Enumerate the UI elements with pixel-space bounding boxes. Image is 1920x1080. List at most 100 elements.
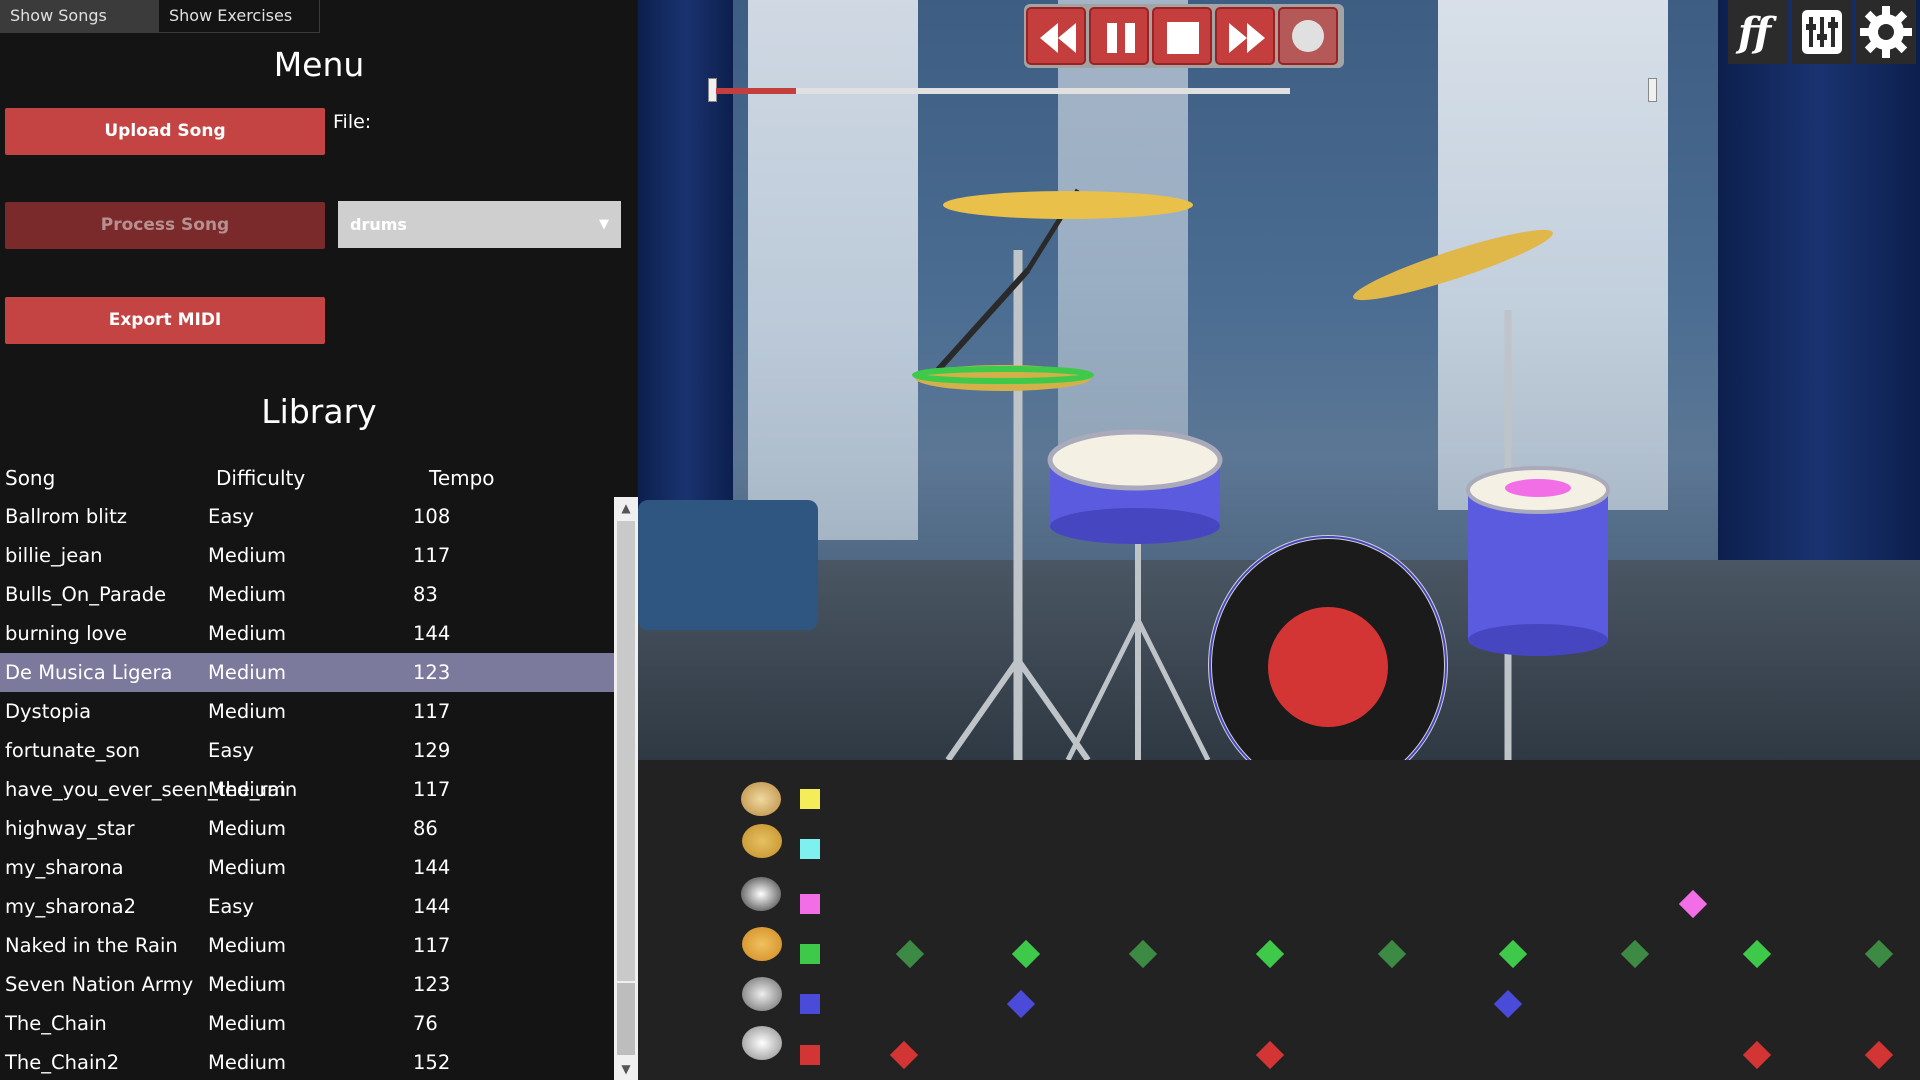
cell-song: De Musica Ligera — [5, 661, 173, 684]
transport-controls — [1024, 4, 1344, 68]
table-row[interactable]: Bulls_On_Parade Medium 83 — [0, 575, 614, 614]
process-song-button[interactable]: Process Song — [5, 202, 325, 249]
note-marker — [1864, 939, 1894, 969]
stem-dropdown-value: drums — [350, 215, 407, 234]
cell-tempo: 86 — [413, 817, 438, 840]
table-row[interactable]: The_Chain2 Medium 152 — [0, 1043, 614, 1080]
cell-song: Naked in the Rain — [5, 934, 178, 957]
export-midi-button[interactable]: Export MIDI — [5, 297, 325, 344]
mixer-icon — [1802, 10, 1842, 54]
cell-difficulty: Medium — [208, 934, 286, 957]
cell-difficulty: Medium — [208, 544, 286, 567]
cell-difficulty: Medium — [208, 661, 286, 684]
rewind-icon — [1040, 23, 1076, 53]
fast-forward-button[interactable] — [1215, 7, 1275, 65]
pause-icon — [1107, 23, 1135, 53]
table-row[interactable]: Ballrom blitz Easy 108 — [0, 497, 614, 536]
record-button[interactable] — [1278, 7, 1338, 65]
note-marker — [1620, 939, 1650, 969]
song-progress-bar[interactable] — [716, 88, 1290, 94]
cell-song: billie_jean — [5, 544, 103, 567]
svg-text:ff: ff — [1735, 9, 1777, 56]
table-row[interactable]: Naked in the Rain Medium 117 — [0, 926, 614, 965]
cell-difficulty: Medium — [208, 1051, 286, 1074]
note-marker — [895, 939, 925, 969]
column-header-song[interactable]: Song — [5, 466, 55, 490]
table-row[interactable]: my_sharona2 Easy 144 — [0, 887, 614, 926]
cell-song: Bulls_On_Parade — [5, 583, 167, 606]
progress-end-handle[interactable] — [1648, 78, 1657, 102]
lane-color-marker — [800, 789, 820, 809]
left-panel: Show Songs Show Exercises Menu Upload So… — [0, 0, 638, 1080]
cell-tempo: 152 — [413, 1051, 451, 1074]
column-header-difficulty[interactable]: Difficulty — [216, 466, 305, 490]
list-scrollbar[interactable]: ▲ ▼ — [614, 497, 638, 1080]
tab-show-exercises[interactable]: Show Exercises — [158, 0, 320, 33]
note-marker — [1493, 989, 1523, 1019]
gear-icon — [1860, 6, 1912, 58]
drum-kit — [912, 188, 1610, 760]
rewind-button[interactable] — [1026, 7, 1086, 65]
tab-show-songs[interactable]: Show Songs — [0, 0, 158, 33]
cell-song: Seven Nation Army — [5, 973, 194, 996]
stop-button[interactable] — [1152, 7, 1212, 65]
note-marker — [1678, 889, 1708, 919]
cell-tempo: 123 — [413, 661, 451, 684]
table-row[interactable]: highway_star Medium 86 — [0, 809, 614, 848]
lane-color-marker — [800, 994, 820, 1014]
scroll-thumb[interactable] — [617, 521, 635, 981]
dropdown-arrow-icon: ▼ — [599, 217, 609, 232]
pause-button[interactable] — [1089, 7, 1149, 65]
table-row[interactable]: my_sharona Medium 144 — [0, 848, 614, 887]
cell-difficulty: Easy — [208, 739, 254, 762]
settings-button[interactable] — [1856, 0, 1916, 64]
lane-color-marker — [800, 839, 820, 859]
table-row[interactable]: have_you_ever_seen_the_rain Medium 117 — [0, 770, 614, 809]
cell-difficulty: Medium — [208, 973, 286, 996]
cell-tempo: 117 — [413, 544, 451, 567]
note-marker — [1255, 939, 1285, 969]
lane-color-marker — [800, 894, 820, 914]
cell-tempo: 144 — [413, 895, 451, 918]
cell-song: The_Chain — [5, 1012, 107, 1035]
ride-cymbal-icon — [742, 824, 782, 858]
ff-logo-button[interactable]: ff — [1728, 0, 1788, 64]
table-row[interactable]: fortunate_son Easy 129 — [0, 731, 614, 770]
lane-color-marker — [800, 1045, 820, 1065]
note-highway — [638, 760, 1920, 1080]
cell-difficulty: Medium — [208, 583, 286, 606]
stem-dropdown[interactable]: drums ▼ — [338, 201, 621, 248]
note-marker — [1742, 1040, 1772, 1070]
cell-difficulty: Medium — [208, 700, 286, 723]
menu-title: Menu — [273, 45, 365, 84]
drum-kit-3d-view[interactable]: ff — [638, 0, 1920, 760]
crash-cymbal-icon — [741, 782, 781, 816]
cell-difficulty: Medium — [208, 856, 286, 879]
table-row[interactable]: Dystopia Medium 117 — [0, 692, 614, 731]
note-marker — [1377, 939, 1407, 969]
kick-drum-icon — [742, 1026, 782, 1060]
cell-song: The_Chain2 — [5, 1051, 120, 1074]
cell-tempo: 117 — [413, 700, 451, 723]
cell-song: Ballrom blitz — [5, 505, 127, 528]
tom-icon — [741, 877, 781, 911]
cell-tempo: 144 — [413, 622, 451, 645]
snare-icon — [742, 977, 782, 1011]
scroll-up-icon[interactable]: ▲ — [614, 497, 638, 519]
table-row[interactable]: Seven Nation Army Medium 123 — [0, 965, 614, 1004]
song-progress-fill — [716, 88, 797, 94]
song-list: Ballrom blitz Easy 108 billie_jean Medium 117… — [0, 497, 614, 1080]
note-marker — [1742, 939, 1772, 969]
upload-song-button[interactable]: Upload Song — [5, 108, 325, 155]
column-header-tempo[interactable]: Tempo — [429, 466, 495, 490]
scroll-down-icon[interactable]: ▼ — [614, 1058, 638, 1080]
cell-difficulty: Medium — [208, 778, 286, 801]
ff-logo-icon: ff — [1735, 9, 1777, 56]
scroll-track-lower[interactable] — [617, 983, 635, 1055]
table-row[interactable]: burning love Medium 144 — [0, 614, 614, 653]
table-row[interactable]: billie_jean Medium 117 — [0, 536, 614, 575]
mixer-button[interactable] — [1792, 0, 1852, 64]
fast-forward-icon — [1229, 23, 1265, 53]
table-row[interactable]: De Musica Ligera Medium 123 — [0, 653, 614, 692]
table-row[interactable]: The_Chain Medium 76 — [0, 1004, 614, 1043]
